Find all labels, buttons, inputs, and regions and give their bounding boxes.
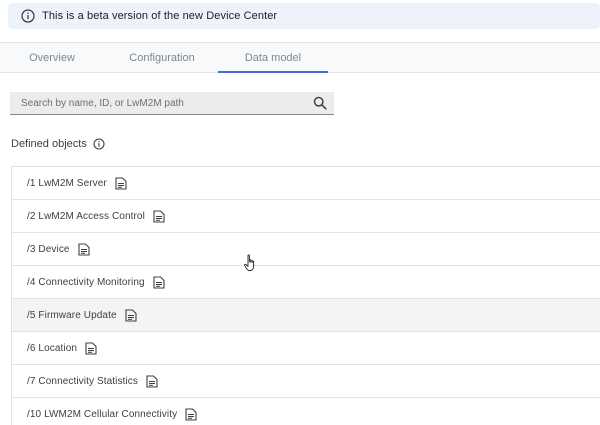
beta-banner: This is a beta version of the new Device…	[8, 3, 600, 29]
document-icon[interactable]	[153, 275, 165, 289]
document-icon[interactable]	[85, 341, 97, 355]
device-center-page: This is a beta version of the new Device…	[0, 0, 600, 425]
search-input[interactable]	[10, 92, 307, 114]
document-icon[interactable]	[78, 242, 90, 256]
document-icon[interactable]	[185, 407, 197, 421]
list-item[interactable]: /7 Connectivity Statistics	[11, 365, 600, 398]
list-item[interactable]: /1 LwM2M Server	[11, 167, 600, 200]
document-icon[interactable]	[146, 374, 158, 388]
active-tab-indicator	[218, 71, 328, 73]
object-label: /4 Connectivity Monitoring	[27, 276, 145, 288]
list-item[interactable]: /6 Location	[11, 332, 600, 365]
document-icon[interactable]	[115, 176, 127, 190]
search-icon[interactable]	[313, 96, 327, 110]
object-label: /1 LwM2M Server	[27, 177, 107, 189]
tab-configuration[interactable]: Configuration	[110, 43, 214, 73]
tab-data-model[interactable]: Data model	[218, 43, 328, 73]
object-label: /7 Connectivity Statistics	[27, 375, 138, 387]
document-icon[interactable]	[125, 308, 137, 322]
object-label: /10 LWM2M Cellular Connectivity	[27, 408, 178, 420]
tab-overview[interactable]: Overview	[0, 43, 104, 73]
list-item[interactable]: /4 Connectivity Monitoring	[11, 266, 600, 299]
tab-bar: Overview Configuration Data model	[0, 43, 600, 73]
defined-objects-title: Defined objects	[11, 138, 87, 150]
info-icon[interactable]	[93, 138, 105, 150]
object-label: /3 Device	[27, 243, 70, 255]
object-label: /5 Firmware Update	[27, 309, 117, 321]
document-icon[interactable]	[153, 209, 165, 223]
object-label: /2 LwM2M Access Control	[27, 210, 145, 222]
defined-objects-list: /1 LwM2M Server /2 LwM2M Access Control …	[11, 166, 600, 425]
list-item[interactable]: /10 LWM2M Cellular Connectivity	[11, 398, 600, 425]
list-item[interactable]: /3 Device	[11, 233, 600, 266]
object-label: /6 Location	[27, 342, 78, 354]
list-item[interactable]: /2 LwM2M Access Control	[11, 200, 600, 233]
info-icon	[21, 9, 35, 23]
defined-objects-heading: Defined objects	[11, 136, 105, 152]
beta-banner-text: This is a beta version of the new Device…	[42, 10, 278, 22]
search-box	[10, 92, 334, 115]
list-item[interactable]: /5 Firmware Update	[11, 299, 600, 332]
